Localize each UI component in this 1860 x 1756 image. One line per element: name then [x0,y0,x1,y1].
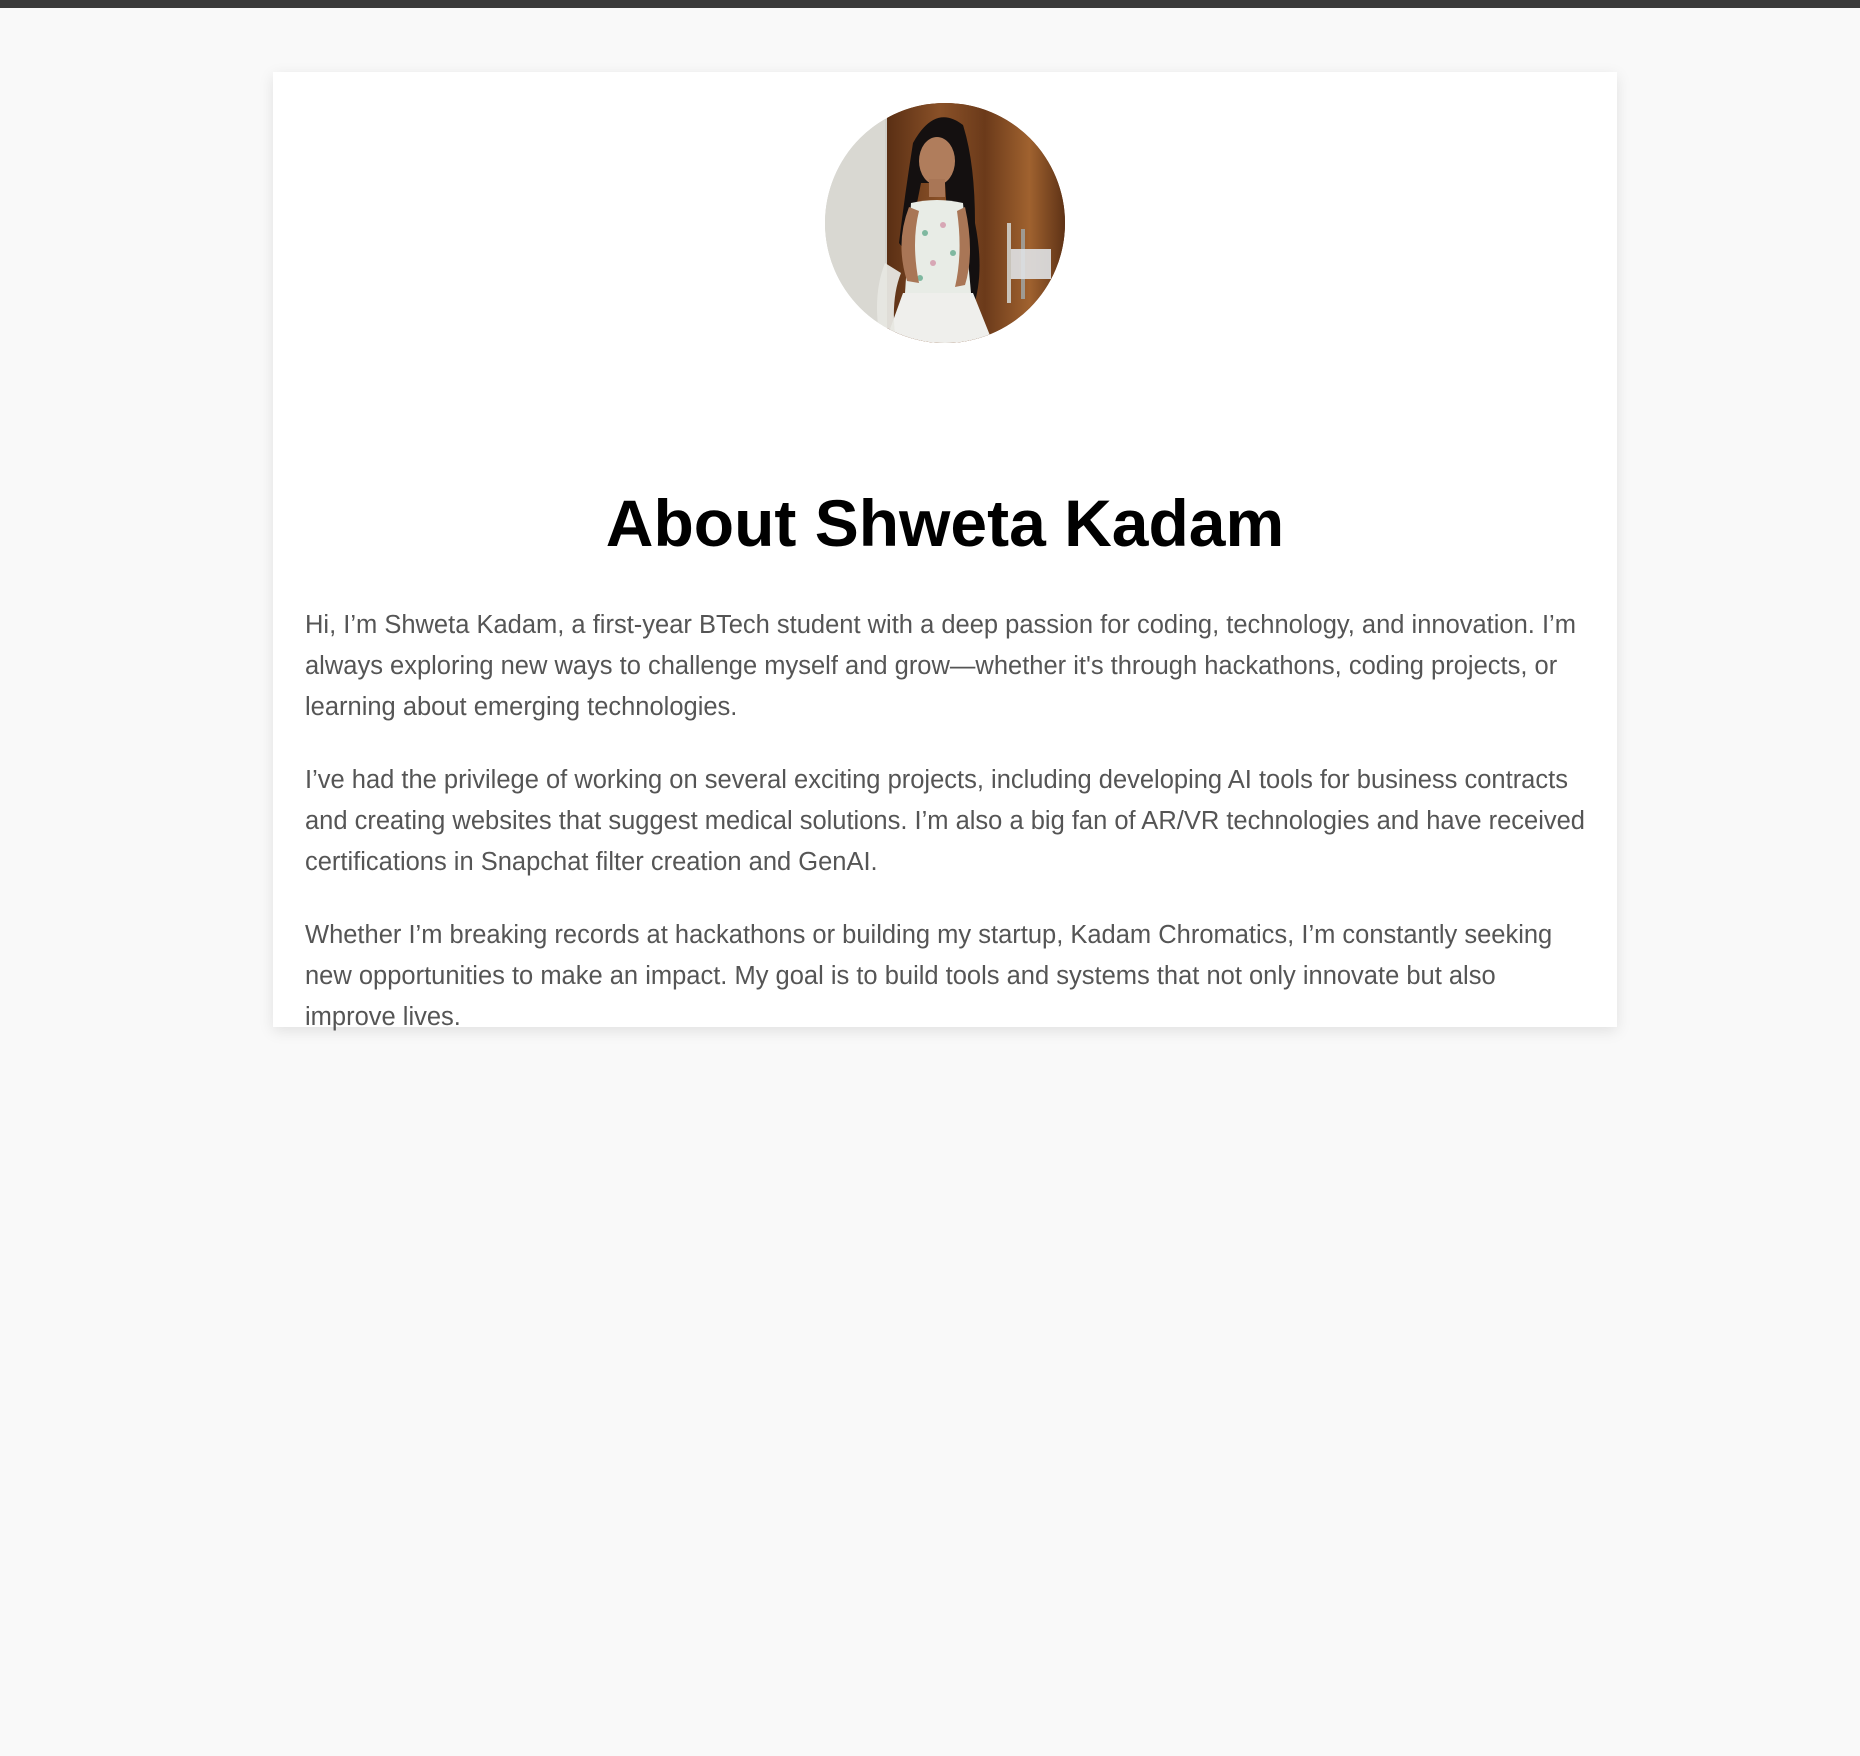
about-text: Hi, I’m Shweta Kadam, a first-year BTech… [305,605,1587,1070]
paragraph-goals: Whether I’m breaking records at hackatho… [305,921,1553,1031]
paragraph-projects: I’ve had the privilege of working on sev… [305,766,1585,876]
avatar [825,103,1065,343]
profile-photo [825,103,1065,343]
about-card: About Shweta Kadam Hi, I’m Shweta Kadam,… [273,72,1617,1031]
page-title: About Shweta Kadam [605,486,1285,560]
top-bar [0,0,1860,8]
paragraph-intro: Hi, I’m Shweta Kadam, a first-year BTech… [305,611,1576,721]
